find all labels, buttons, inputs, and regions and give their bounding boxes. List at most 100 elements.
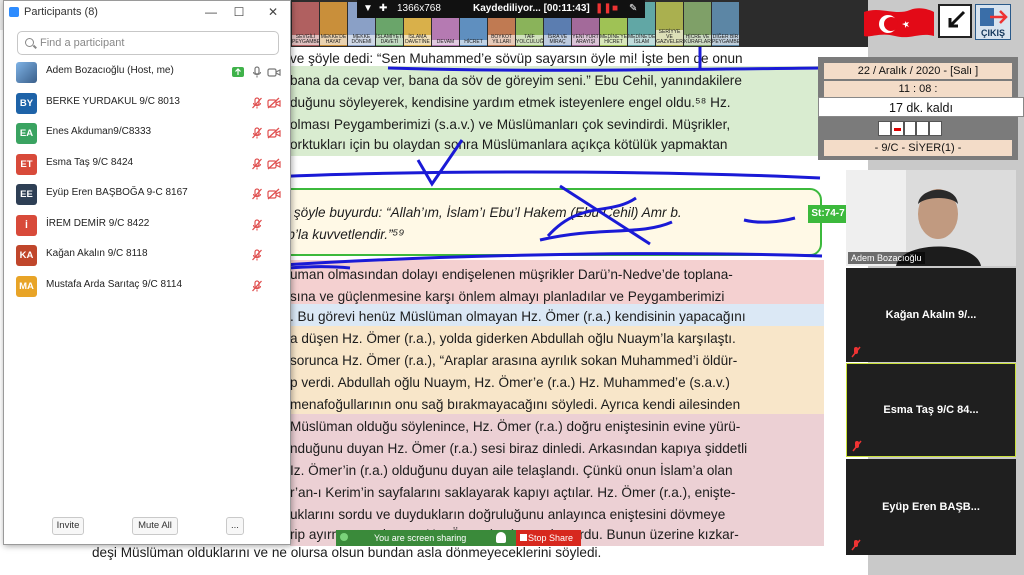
topic-tile-button[interactable]: SERİYYE VE GAZVELER	[656, 2, 683, 46]
minimize-icon[interactable]: —	[198, 1, 224, 23]
participant-avatar: ET	[16, 153, 37, 175]
resolution-label: 1366x768	[397, 3, 441, 14]
muted-mic-icon[interactable]	[251, 279, 263, 292]
participant-avatar: MA	[16, 275, 37, 297]
topic-tile-label: MEDİNE'YE HİCRET	[600, 34, 627, 45]
date-display: 22 / Aralık / 2020 - [Salı ]	[824, 63, 1012, 79]
mute-all-button[interactable]: Mute All	[132, 517, 178, 535]
doc-line: olması Peygamberimizi (s.a.v.) ve Müslüm…	[290, 117, 731, 132]
topic-tile-label: BOYKOT YILLARI	[488, 35, 515, 45]
participant-name: BERKE YURDAKUL 9/C 8013	[46, 95, 180, 107]
muted-mic-icon	[852, 440, 862, 452]
participant-row[interactable]: Adem Bozacıoğlu (Host, me)	[4, 57, 290, 87]
participant-avatar: BY	[16, 92, 37, 114]
doc-line: ve şöyle dedi: “Sen Muhammed’e sövüp say…	[290, 51, 743, 66]
muted-mic-icon[interactable]	[251, 249, 263, 261]
doc-line: p verdi. Abdullah oğlu Nuaym, Hz. Ömer’e…	[290, 375, 730, 390]
video-off-icon[interactable]	[267, 188, 281, 200]
participant-name: İREM DEMİR 9/C 8422	[46, 217, 150, 229]
participant-name: Adem Bozacıoğlu (Host, me)	[46, 65, 174, 76]
participant-name: Mustafa Arda Sarıtaç 9/C 8114	[46, 278, 183, 290]
participant-row[interactable]: İ İREM DEMİR 9/C 8422	[4, 210, 290, 240]
stop-icon	[520, 534, 527, 541]
topic-tile-button[interactable]: HİCRE VE KÜRAFLAR	[684, 2, 711, 46]
doc-line: duğunu söyleyerek, kendisine yardım etme…	[290, 95, 731, 110]
video-off-icon[interactable]	[267, 97, 281, 109]
maximize-icon[interactable]: ☐	[226, 1, 252, 23]
exit-icon	[980, 8, 1008, 26]
topic-tile-label: SEVGİLİ PEYGAMBERİM	[292, 34, 319, 45]
hadith-quote-box: v.) şöyle buyurdu: “Allah’ım, İslam’ı Eb…	[252, 188, 822, 256]
stop-share-button[interactable]: Stop Share	[516, 530, 581, 546]
muted-mic-icon[interactable]	[251, 188, 263, 200]
stop-icon[interactable]: ■	[612, 3, 618, 14]
recording-status: Kaydediliyor... [00:11:43]	[473, 3, 590, 14]
share-status-text: You are screen sharing	[374, 533, 467, 543]
gallery-tile[interactable]: Kağan Akalın 9/...	[846, 268, 1016, 362]
doc-line: sorunca Hz. Ömer (r.a.), “Araplar arasın…	[290, 353, 738, 368]
participant-name: Esma Taş 9/C 8424	[46, 156, 134, 168]
minimize-window-button[interactable]	[938, 4, 972, 38]
exit-button[interactable]: ÇIKIŞ	[975, 4, 1011, 40]
muted-mic-icon[interactable]	[251, 96, 263, 109]
topic-tile-label: DEVAM	[432, 40, 459, 45]
pin-icon[interactable]: ✚	[379, 3, 387, 14]
participant-row[interactable]: EE Eyüp Eren BAŞBOĞA 9-C 8167	[4, 179, 290, 209]
arrow-icon	[948, 10, 966, 28]
more-options-button[interactable]: ...	[226, 517, 244, 535]
participants-title: Participants (8)	[24, 6, 98, 18]
participant-name: Esma Taş 9/C 84...	[883, 404, 979, 416]
doc-line: uklarını sordu ve duydukların doğruluğun…	[290, 507, 726, 522]
participant-row[interactable]: KA Kağan Akalın 9/C 8118	[4, 240, 290, 270]
video-icon[interactable]	[267, 66, 281, 78]
desktop: ve şöyle dedi: “Sen Muhammed’e sövüp say…	[0, 0, 1024, 575]
muted-mic-icon[interactable]	[251, 157, 263, 170]
remaining-time: 17 dk. kaldı	[818, 97, 1024, 117]
doc-line: sına ve güçlenmesine karşı önlem almayı …	[290, 289, 725, 304]
pause-icon[interactable]: ❚❚	[595, 3, 612, 14]
doc-line: a düşen Hz. Ömer (r.a.), yolda giderken …	[290, 331, 736, 346]
participants-titlebar: Participants (8) — ☐ ✕	[4, 1, 290, 23]
gallery-tile-active[interactable]: Esma Taş 9/C 84...	[846, 363, 1016, 457]
host-video-tile[interactable]: Adem Bozacıoğlu	[846, 170, 1016, 266]
participant-row[interactable]: EA Enes Akduman9/C8333	[4, 118, 290, 148]
progress-cell	[916, 121, 930, 136]
video-off-icon[interactable]	[267, 158, 281, 170]
close-icon[interactable]: ✕	[260, 1, 286, 23]
gallery-tile[interactable]: Eyüp Eren BAŞB...	[846, 459, 1016, 555]
quote-line: tab’la kuvvetlendir.”⁵⁹	[276, 227, 405, 242]
topic-tile-button[interactable]: MEKKE'DE HAYAT	[320, 2, 347, 46]
participant-row[interactable]: BY BERKE YURDAKUL 9/C 8013	[4, 88, 290, 118]
participant-name: Eyüp Eren BAŞBOĞA 9-C 8167	[46, 187, 188, 198]
video-off-icon[interactable]	[267, 127, 281, 139]
mic-icon[interactable]	[251, 66, 263, 78]
stop-share-label: Stop Share	[528, 533, 574, 543]
doc-line: Iz. Ömer’in (r.a.) olduğunu duyan aile t…	[290, 463, 733, 478]
participant-row[interactable]: ET Esma Taş 9/C 8424	[4, 149, 290, 179]
participant-name: Kağan Akalın 9/...	[885, 309, 977, 321]
arrow-down-icon[interactable]: ▼	[363, 3, 373, 14]
muted-mic-icon[interactable]	[251, 127, 263, 139]
participant-avatar: İ	[16, 214, 37, 236]
progress-cell	[890, 121, 904, 136]
progress-cell	[903, 121, 917, 136]
topic-tile-label: DİĞER BİR PEYGAMBER	[712, 34, 739, 45]
participant-name: Kağan Akalın 9/C 8118	[46, 248, 148, 259]
participant-row[interactable]: MA Mustafa Arda Sarıtaç 9/C 8114	[4, 271, 290, 301]
topic-tile-button[interactable]: DİĞER BİR PEYGAMBER	[712, 2, 739, 46]
topic-tile-label: TAİF YOLCULUĞU	[516, 34, 543, 45]
class-label: - 9/C - SİYER(1) -	[824, 140, 1012, 156]
participant-name: Eyüp Eren BAŞB...	[882, 501, 980, 513]
doc-line: orktukları için bu olaydan sonra Müslüma…	[290, 137, 728, 152]
topic-tile-label: YENİ YURT ARAYIŞI	[572, 34, 599, 45]
recording-bar: ▼ ✚ 1366x768 Kaydediliyor... [00:11:43] …	[357, 0, 645, 18]
topic-tile-button[interactable]: SEVGİLİ PEYGAMBERİM	[292, 2, 319, 46]
time-display: 11 : 08 :	[824, 81, 1012, 97]
pen-icon[interactable]: ✎	[629, 3, 637, 14]
topic-tile-label: HİCRET	[460, 40, 487, 45]
zoom-logo-icon	[9, 7, 19, 17]
muted-mic-icon	[851, 346, 861, 358]
muted-mic-icon[interactable]	[251, 218, 263, 231]
participant-search-input[interactable]: Find a participant	[17, 31, 279, 55]
invite-button[interactable]: Invite	[52, 517, 84, 535]
